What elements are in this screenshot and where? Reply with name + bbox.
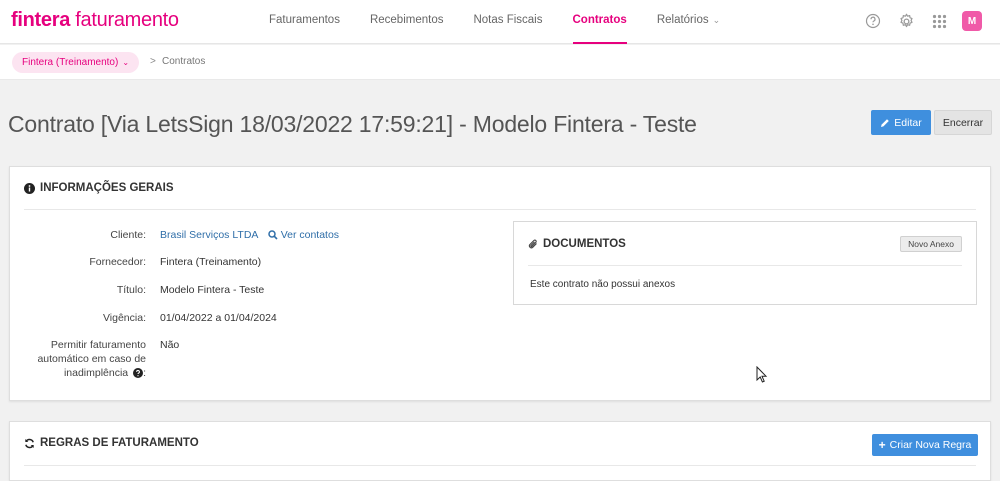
paperclip-icon	[528, 239, 539, 250]
breadcrumb: Fintera (Treinamento) ⌄ > Contratos	[0, 45, 1000, 80]
chevron-down-icon: ⌄	[122, 58, 130, 67]
brand-name: fintera	[11, 9, 71, 31]
general-info-title: INFORMAÇÕES GERAIS	[40, 182, 174, 194]
auto-billing-label-line2: automático em caso de	[37, 353, 146, 365]
supplier-value: Fintera (Treinamento)	[160, 256, 262, 268]
supplier-label: Fornecedor:	[89, 256, 146, 268]
auto-billing-label-line1: Permitir faturamento	[50, 339, 146, 351]
breadcrumb-current[interactable]: Contratos	[162, 56, 205, 67]
close-contract-button[interactable]: Encerrar	[934, 110, 992, 135]
client-link[interactable]: Brasil Serviços LTDA	[160, 229, 258, 241]
mouse-cursor-icon	[756, 366, 768, 383]
validity-value: 01/04/2022 a 01/04/2024	[160, 312, 277, 324]
auto-billing-label-colon: :	[143, 367, 146, 379]
main-nav: Faturamentos Recebimentos Notas Fiscais …	[254, 0, 735, 44]
gear-icon[interactable]	[895, 10, 917, 32]
user-avatar[interactable]: M	[962, 11, 982, 31]
billing-rules-heading: REGRAS DE FATURAMENTO	[24, 437, 199, 449]
create-rule-label: Criar Nova Regra	[889, 439, 972, 451]
new-attachment-button[interactable]: Novo Anexo	[900, 236, 962, 252]
client-value-row: Brasil Serviços LTDA Ver contatos	[160, 228, 339, 244]
top-navbar: fintera faturamento Faturamentos Recebim…	[0, 0, 1000, 44]
app-logo[interactable]: fintera faturamento	[11, 9, 179, 32]
general-info-panel: INFORMAÇÕES GERAIS Cliente: Brasil Servi…	[9, 166, 991, 401]
breadcrumb-separator: >	[150, 56, 156, 67]
auto-billing-label-line3: inadimplência	[63, 367, 129, 379]
nav-faturamentos[interactable]: Faturamentos	[254, 0, 355, 44]
auto-billing-label: Permitir faturamento automático em caso …	[12, 338, 146, 382]
product-name: faturamento	[75, 9, 179, 31]
nav-relatorios-label: Relatórios	[656, 14, 709, 26]
account-selector[interactable]: Fintera (Treinamento) ⌄	[12, 52, 140, 73]
general-info-heading: INFORMAÇÕES GERAIS	[24, 182, 174, 194]
search-icon[interactable]	[268, 230, 278, 244]
plus-icon: +	[878, 438, 886, 452]
validity-label: Vigência:	[102, 312, 146, 324]
nav-relatorios[interactable]: Relatórios ⌄	[642, 0, 735, 44]
divider	[24, 209, 976, 210]
view-contacts-link[interactable]: Ver contatos	[281, 229, 339, 241]
documents-title: DOCUMENTOS	[543, 238, 626, 250]
nav-notas-fiscais[interactable]: Notas Fiscais	[458, 0, 557, 44]
nav-contratos[interactable]: Contratos	[558, 0, 642, 44]
divider	[528, 265, 962, 266]
billing-rules-panel: REGRAS DE FATURAMENTO + Criar Nova Regra	[9, 421, 991, 481]
edit-button-label: Editar	[894, 116, 922, 129]
info-circle-icon	[24, 182, 35, 194]
title-value: Modelo Fintera - Teste	[160, 284, 265, 296]
client-label: Cliente:	[110, 229, 146, 241]
documents-panel: DOCUMENTOS Novo Anexo Este contrato não …	[513, 221, 977, 305]
divider	[24, 465, 976, 466]
create-rule-button[interactable]: + Criar Nova Regra	[872, 434, 978, 456]
chevron-down-icon: ⌄	[712, 15, 721, 25]
question-circle-icon[interactable]	[133, 368, 144, 382]
documents-empty-message: Este contrato não possui anexos	[530, 279, 676, 290]
edit-button[interactable]: Editar	[871, 110, 931, 135]
apps-grid-icon[interactable]	[928, 10, 950, 32]
pencil-icon	[881, 118, 890, 127]
help-circle-icon[interactable]	[862, 10, 884, 32]
account-name: Fintera (Treinamento)	[22, 57, 119, 68]
refresh-icon	[24, 438, 35, 449]
title-label: Título:	[116, 284, 146, 296]
top-actions: M	[851, 10, 982, 32]
auto-billing-value: Não	[160, 339, 180, 351]
documents-heading: DOCUMENTOS	[528, 238, 626, 250]
auto-billing-label-line3-row: inadimplência :	[12, 366, 146, 382]
page-title: Contrato [Via LetsSign 18/03/2022 17:59:…	[8, 111, 697, 137]
nav-recebimentos[interactable]: Recebimentos	[355, 0, 459, 44]
billing-rules-title: REGRAS DE FATURAMENTO	[40, 437, 199, 449]
